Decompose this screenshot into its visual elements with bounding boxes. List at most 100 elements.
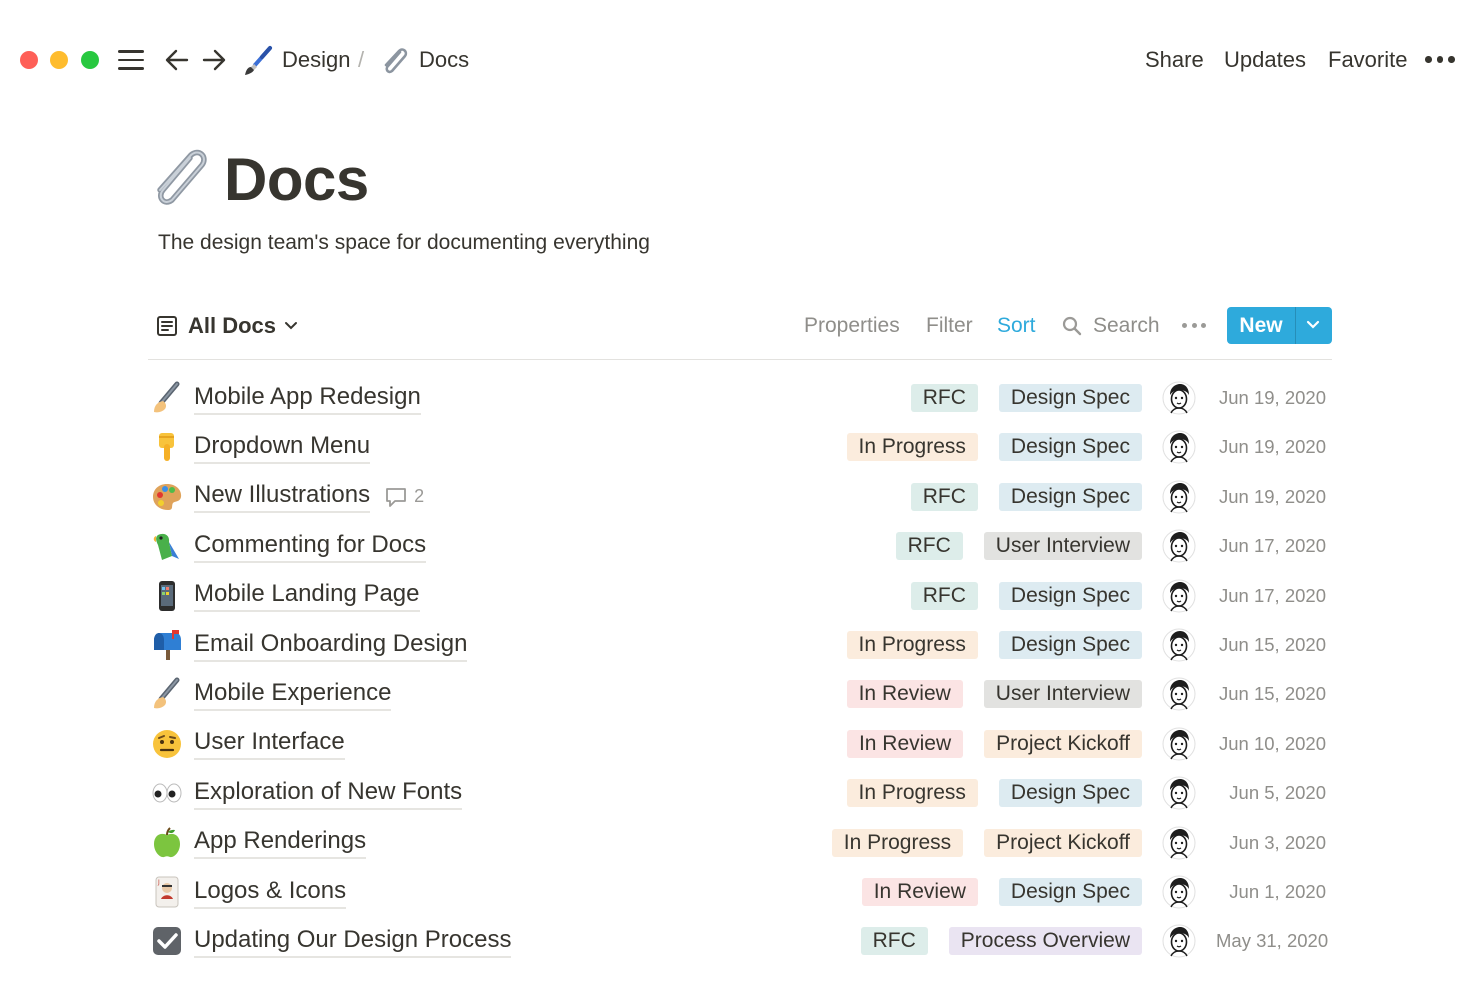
status-tag-rfc[interactable]: RFC [910,482,978,511]
view-switcher[interactable]: All Docs [156,309,298,343]
avatar[interactable] [1162,776,1196,810]
new-button[interactable]: New [1227,307,1332,344]
type-tag-user-interview[interactable]: User Interview [983,680,1142,709]
doc-row[interactable]: App Renderings In Progress Project Kickoff… [148,820,1332,866]
doc-title-link[interactable]: Exploration of New Fonts [194,777,463,810]
doc-title-link[interactable]: App Renderings [194,826,367,860]
doc-title-link[interactable]: Email Onboarding Design [194,629,468,662]
type-tag-project-kickoff[interactable]: Project Kickoff [984,729,1142,758]
doc-row[interactable]: Commenting for Docs RFC User Interview Jun… [148,523,1332,569]
avatar[interactable] [1162,628,1196,662]
doc-date: Jun 19, 2020 [1219,436,1326,458]
doc-row[interactable]: Mobile App Redesign RFC Design Spec Jun 19… [148,375,1332,421]
avatar[interactable] [1162,579,1196,613]
doc-date: Jun 10, 2020 [1219,732,1326,754]
status-tag-in-progress[interactable]: In Progress [846,433,978,462]
avatar[interactable] [1162,430,1196,464]
doc-title-link[interactable]: User Interface [194,727,345,761]
type-tag-design-spec[interactable]: Design Spec [998,581,1142,610]
doc-date: Jun 3, 2020 [1229,831,1326,853]
doc-row[interactable]: Email Onboarding Design In Progress Design… [148,622,1332,668]
doc-title-group: User Interface [194,721,345,767]
doc-properties: RFC Process Overview May 31, 2020 [860,918,1329,964]
top-bar: Design / Docs Share Updates Favorite [0,0,1480,120]
more-options-icon[interactable] [1424,50,1456,70]
type-tag-design-spec[interactable]: Design Spec [998,631,1142,659]
doc-row[interactable]: Updating Our Design Process RFC Process Ov… [148,918,1332,964]
paperclip-icon[interactable] [148,146,214,212]
share-button[interactable]: Share [1145,44,1204,76]
menu-icon[interactable] [118,49,144,71]
back-arrow-icon[interactable] [163,44,191,76]
type-tag-design-spec[interactable]: Design Spec [998,384,1142,412]
doc-title-link[interactable]: Updating Our Design Process [194,925,512,958]
doc-title-link[interactable]: Logos & Icons [194,876,347,909]
doc-properties: RFC Design Spec Jun 17, 2020 [910,573,1326,619]
doc-title-link[interactable]: Commenting for Docs [194,530,427,563]
avatar[interactable] [1162,529,1196,563]
list-view-icon [157,316,177,336]
doc-title-link[interactable]: Mobile Experience [194,678,392,711]
comment-count[interactable]: 2 [384,486,424,508]
type-tag-design-spec[interactable]: Design Spec [998,482,1142,511]
doc-row[interactable]: J Logos & Icons In Review Design Spec Jun … [148,869,1332,915]
page-title[interactable]: Docs [224,142,369,218]
chevron-down-icon[interactable] [1305,319,1321,331]
status-tag-in-review[interactable]: In Review [861,878,978,906]
doc-title-group: Email Onboarding Design [194,622,468,668]
type-tag-process-overview[interactable]: Process Overview [948,927,1142,956]
breadcrumb-design[interactable]: Design [282,44,350,76]
status-tag-rfc[interactable]: RFC [910,581,978,610]
forward-arrow-icon[interactable] [200,44,228,76]
page-description[interactable]: The design team's space for documenting … [158,228,650,258]
avatar[interactable] [1162,826,1196,860]
type-tag-design-spec[interactable]: Design Spec [998,779,1142,808]
doc-row[interactable]: New Illustrations 2 RFC Design Spec Jun 19,… [148,474,1332,520]
minimize-window-button[interactable] [50,51,68,69]
type-tag-design-spec[interactable]: Design Spec [998,878,1142,906]
doc-row[interactable]: User Interface In Review Project Kickoff J… [148,721,1332,767]
properties-button[interactable]: Properties [804,309,900,343]
avatar[interactable] [1162,875,1196,909]
search-button[interactable]: Search [1093,309,1160,343]
doc-properties: In Progress Design Spec Jun 15, 2020 [846,622,1326,668]
favorite-button[interactable]: Favorite [1328,44,1407,76]
breadcrumb-separator: / [358,47,365,72]
filter-button[interactable]: Filter [926,309,973,343]
status-tag-in-review[interactable]: In Review [846,729,964,758]
type-tag-design-spec[interactable]: Design Spec [998,433,1142,462]
doc-properties: In Progress Design Spec Jun 5, 2020 [846,770,1326,816]
doc-title-group: Mobile Landing Page [194,573,420,619]
doc-row[interactable]: Exploration of New Fonts In Progress Desig… [148,770,1332,816]
doc-title-link[interactable]: Dropdown Menu [194,431,371,464]
status-tag-rfc[interactable]: RFC [910,384,978,412]
status-tag-in-progress[interactable]: In Progress [846,631,978,659]
doc-row[interactable]: Dropdown Menu In Progress Design Spec Jun … [148,424,1332,470]
maximize-window-button[interactable] [81,51,99,69]
avatar[interactable] [1162,480,1196,514]
view-more-icon[interactable] [1181,322,1207,330]
close-window-button[interactable] [20,51,38,69]
avatar[interactable] [1162,924,1196,958]
doc-date: May 31, 2020 [1216,930,1329,952]
doc-row[interactable]: Mobile Experience In Review User Interview… [148,671,1332,717]
doc-title-link[interactable]: Mobile App Redesign [194,382,421,415]
status-tag-in-progress[interactable]: In Progress [846,779,978,808]
doc-title-link[interactable]: Mobile Landing Page [194,579,420,613]
avatar[interactable] [1162,381,1196,415]
avatar[interactable] [1162,677,1196,711]
type-tag-user-interview[interactable]: User Interview [983,532,1142,561]
avatar[interactable] [1162,727,1196,761]
doc-title-link[interactable]: New Illustrations [194,480,371,514]
search-icon[interactable] [1062,316,1082,336]
breadcrumb-docs[interactable]: Docs [419,44,469,76]
status-tag-rfc[interactable]: RFC [895,532,963,561]
status-tag-in-review[interactable]: In Review [846,680,963,709]
updates-button[interactable]: Updates [1224,44,1306,76]
doc-date: Jun 19, 2020 [1219,485,1326,507]
status-tag-in-progress[interactable]: In Progress [831,828,964,857]
type-tag-project-kickoff[interactable]: Project Kickoff [984,828,1142,857]
doc-row[interactable]: Mobile Landing Page RFC Design Spec Jun 17… [148,573,1332,619]
sort-button[interactable]: Sort [997,309,1036,343]
status-tag-rfc[interactable]: RFC [860,927,928,956]
